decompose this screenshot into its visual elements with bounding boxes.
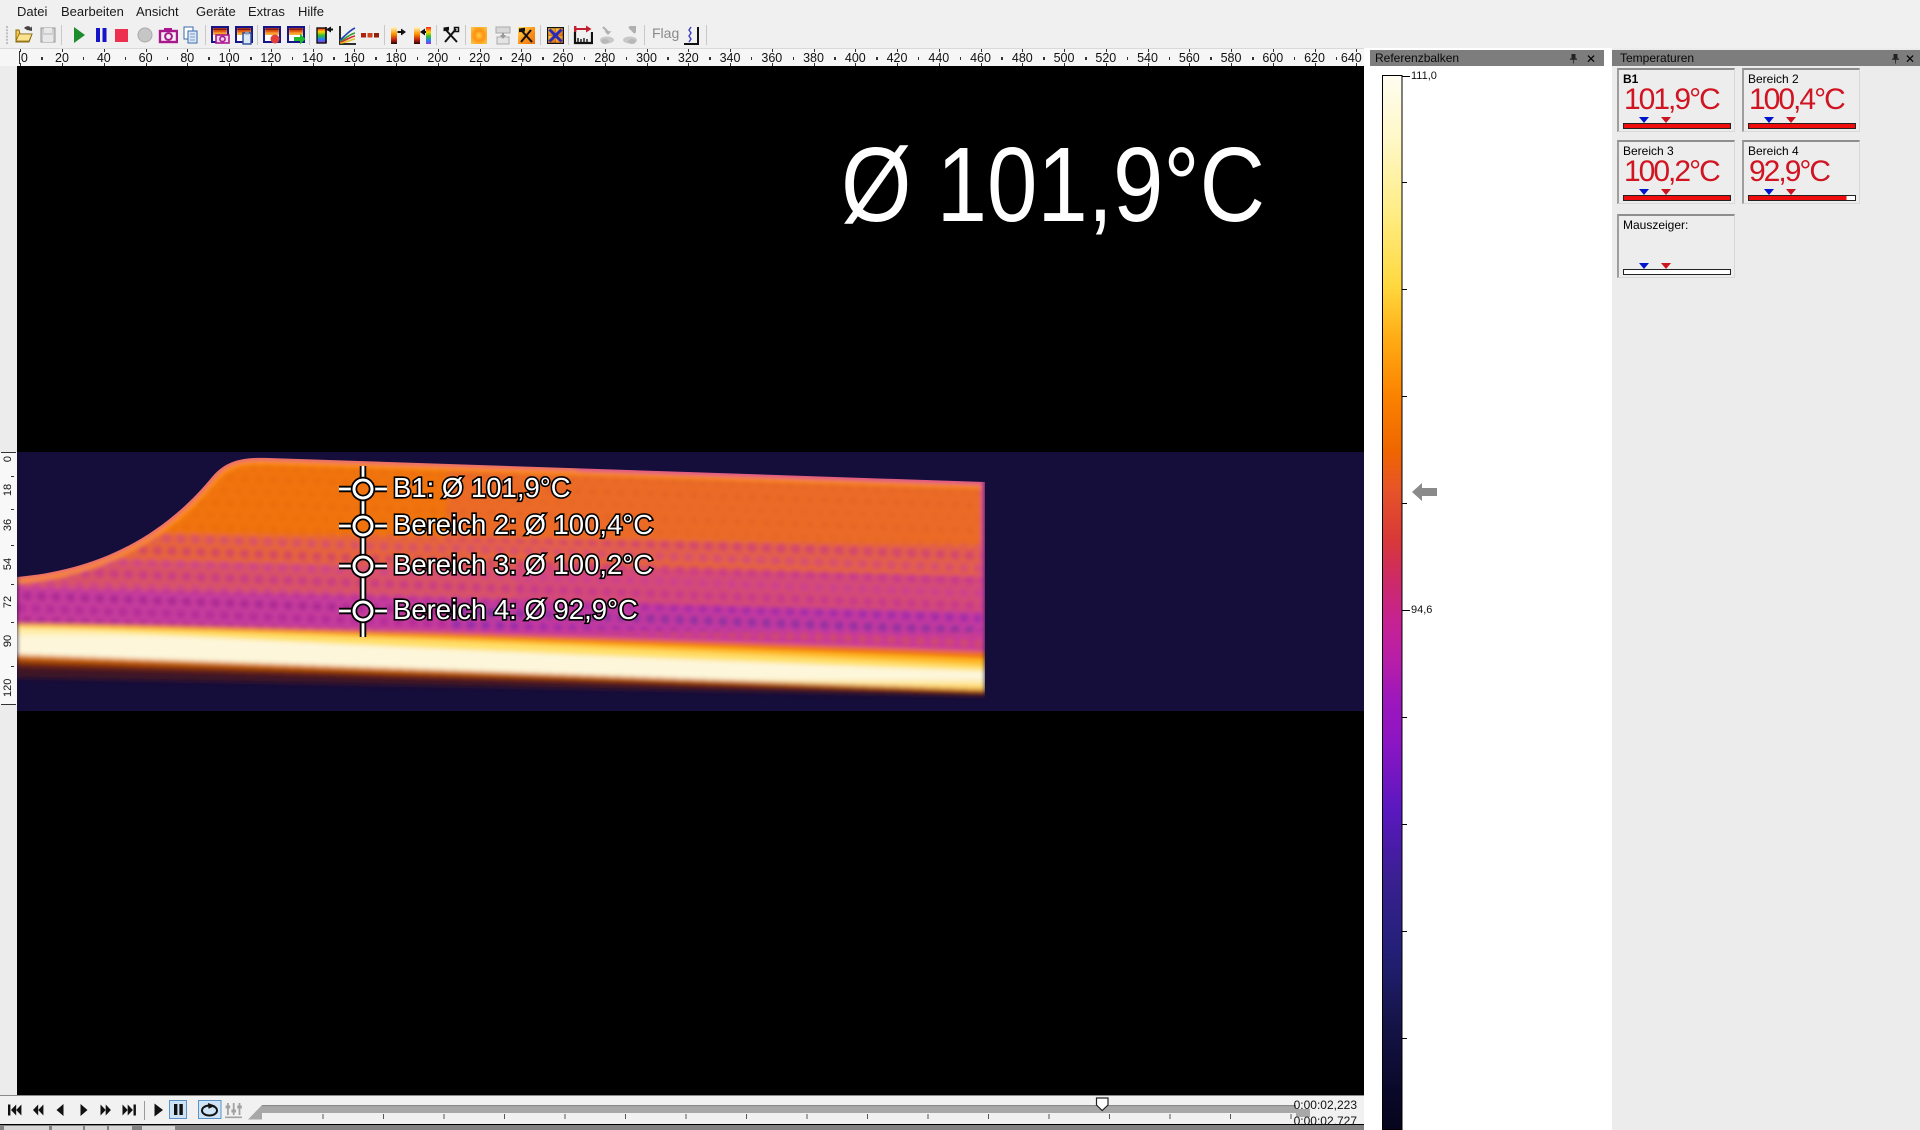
svg-text:Bereich 3: Ø 100,2°C: Bereich 3: Ø 100,2°C: [393, 549, 653, 580]
svg-text:Bereich 4: Ø 92,9°C: Bereich 4: Ø 92,9°C: [393, 594, 638, 625]
svg-text:B1: Ø 101,9°C: B1: Ø 101,9°C: [393, 472, 571, 503]
svg-text:Bereich 2: Ø 100,4°C: Bereich 2: Ø 100,4°C: [393, 509, 653, 540]
svg-text:Ø 101,9°C: Ø 101,9°C: [841, 134, 1265, 244]
